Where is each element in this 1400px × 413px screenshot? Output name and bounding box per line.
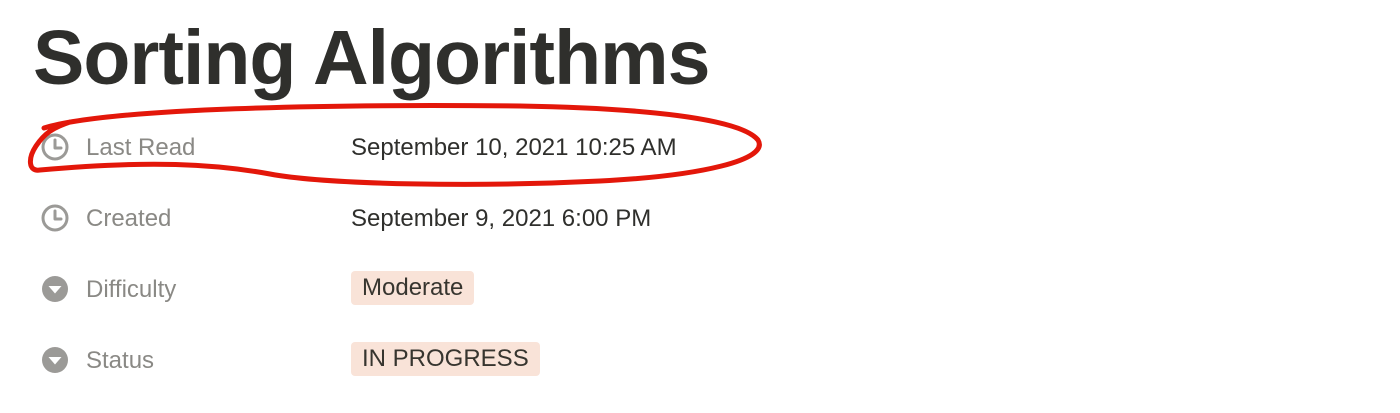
- status-tag[interactable]: IN PROGRESS: [351, 342, 540, 376]
- property-list: Last Read September 10, 2021 10:25 AM Cr…: [0, 112, 1400, 396]
- select-icon: [42, 347, 68, 373]
- property-row-created[interactable]: Created September 9, 2021 6:00 PM: [0, 183, 1400, 254]
- select-icon: [42, 276, 68, 302]
- property-name-status[interactable]: Status: [86, 344, 154, 378]
- property-name-difficulty[interactable]: Difficulty: [86, 273, 176, 307]
- property-value-last-read[interactable]: September 10, 2021 10:25 AM: [351, 131, 677, 165]
- difficulty-tag[interactable]: Moderate: [351, 271, 475, 305]
- property-row-last-read[interactable]: Last Read September 10, 2021 10:25 AM: [0, 112, 1400, 183]
- page-title[interactable]: Sorting Algorithms: [33, 14, 710, 102]
- property-name-last-read[interactable]: Last Read: [86, 131, 195, 165]
- clock-icon: [41, 133, 69, 161]
- property-row-status[interactable]: Status IN PROGRESS: [0, 325, 1400, 396]
- property-name-created[interactable]: Created: [86, 202, 171, 236]
- property-value-created[interactable]: September 9, 2021 6:00 PM: [351, 202, 651, 236]
- clock-icon: [41, 204, 69, 232]
- property-row-difficulty[interactable]: Difficulty Moderate: [0, 254, 1400, 325]
